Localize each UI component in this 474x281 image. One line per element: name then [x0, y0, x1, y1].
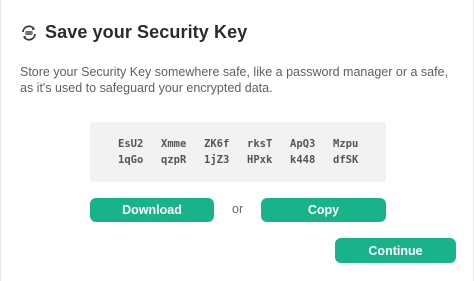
or-separator: or: [232, 202, 244, 216]
key-chunk: k448: [290, 154, 316, 166]
key-chunk: 1qGo: [118, 154, 144, 166]
key-chunk: ApQ3: [290, 138, 316, 150]
key-chunk: HPxk: [247, 154, 273, 166]
key-chunk: Xmme: [161, 138, 187, 150]
key-chunk: qzpR: [161, 154, 187, 166]
dialog-title: Save your Security Key: [45, 22, 248, 42]
key-chunk: 1jZ3: [204, 154, 230, 166]
key-chunk: Mzpu: [333, 138, 359, 150]
dialog-header: Save your Security Key: [20, 22, 247, 43]
security-key-dialog: Save your Security Key Store your Securi…: [0, 0, 474, 281]
security-key-grid: EsU2 Xmme ZK6f rksT ApQ3 Mzpu 1qGo qzpR …: [118, 137, 368, 167]
key-chunk: dfSK: [333, 154, 359, 166]
download-button[interactable]: Download: [90, 198, 214, 222]
dialog-description: Store your Security Key somewhere safe, …: [20, 65, 448, 95]
continue-button[interactable]: Continue: [335, 238, 456, 263]
copy-button[interactable]: Copy: [261, 198, 386, 222]
key-chunk: EsU2: [118, 138, 144, 150]
key-sync-icon: [20, 24, 38, 42]
key-chunk: ZK6f: [204, 138, 230, 150]
key-chunk: rksT: [247, 138, 273, 150]
